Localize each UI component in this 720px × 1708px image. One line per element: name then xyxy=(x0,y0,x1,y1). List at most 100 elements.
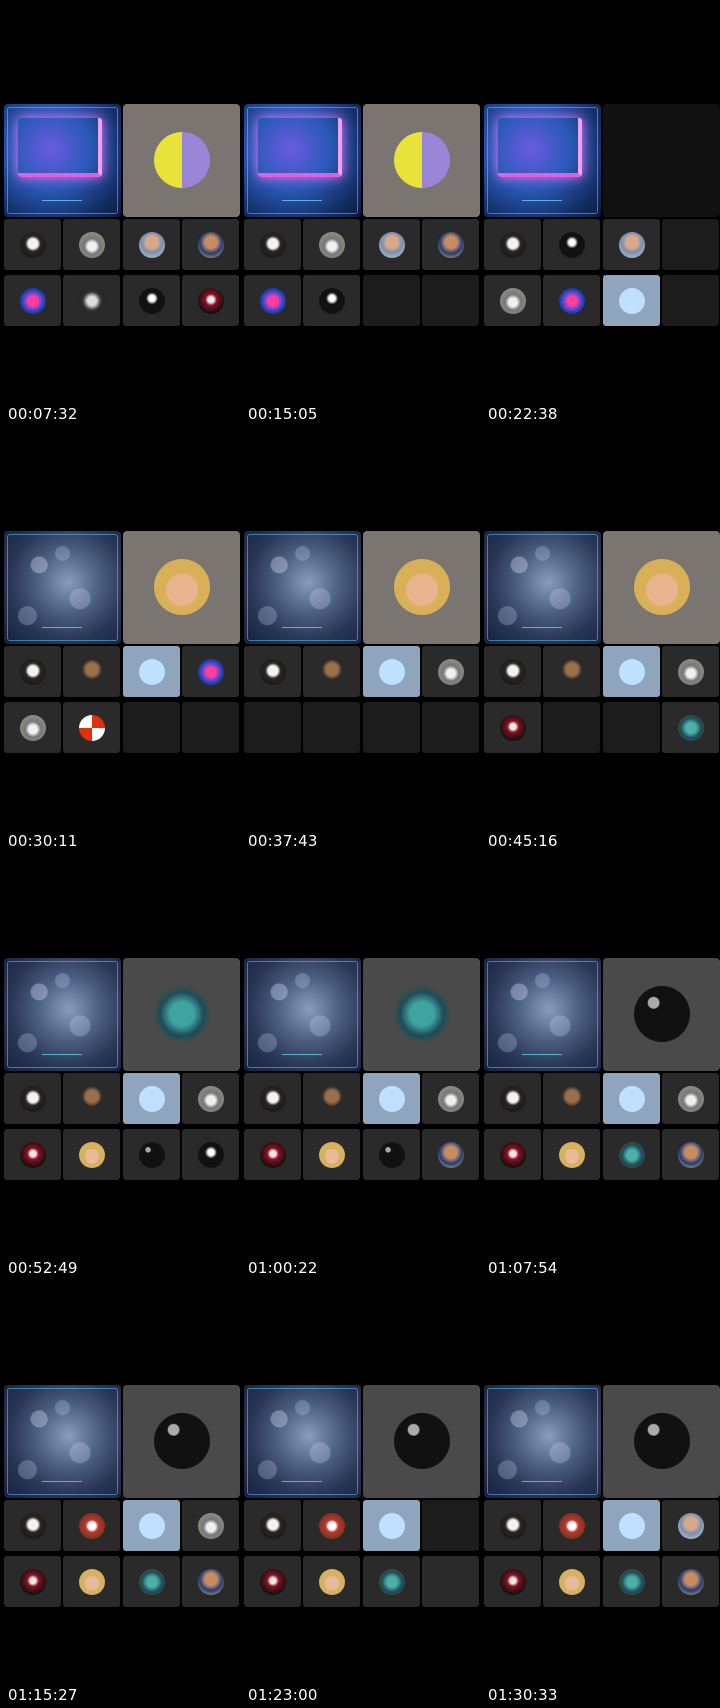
participant-tile[interactable] xyxy=(422,1556,479,1607)
participant-tile[interactable] xyxy=(182,646,239,697)
participant-tile[interactable] xyxy=(603,1129,660,1180)
active-speaker-tile[interactable] xyxy=(603,104,720,217)
participant-tile[interactable] xyxy=(182,1129,239,1180)
participant-tile[interactable] xyxy=(662,1129,719,1180)
main-video[interactable] xyxy=(484,958,601,1071)
participant-tile[interactable] xyxy=(543,1129,600,1180)
main-video[interactable] xyxy=(4,1385,121,1498)
participant-tile[interactable] xyxy=(4,1129,61,1180)
participant-tile[interactable] xyxy=(4,275,61,326)
participant-tile[interactable] xyxy=(422,1073,479,1124)
participant-tile[interactable] xyxy=(244,1500,301,1551)
participant-tile[interactable] xyxy=(63,1073,120,1124)
participant-tile[interactable] xyxy=(4,1073,61,1124)
active-speaker-tile[interactable] xyxy=(603,958,720,1071)
active-speaker-tile[interactable] xyxy=(123,1385,240,1498)
participant-tile[interactable] xyxy=(63,1556,120,1607)
participant-tile[interactable] xyxy=(363,1500,420,1551)
main-video[interactable] xyxy=(484,531,601,644)
participant-tile[interactable] xyxy=(603,1500,660,1551)
participant-tile[interactable] xyxy=(303,219,360,270)
participant-tile[interactable] xyxy=(303,1073,360,1124)
participant-tile[interactable] xyxy=(303,1129,360,1180)
participant-tile[interactable] xyxy=(182,219,239,270)
participant-tile[interactable] xyxy=(363,646,420,697)
participant-tile[interactable] xyxy=(484,1073,541,1124)
participant-tile[interactable] xyxy=(422,1129,479,1180)
participant-tile[interactable] xyxy=(543,219,600,270)
main-video[interactable] xyxy=(484,104,601,217)
main-video[interactable] xyxy=(244,958,361,1071)
main-video[interactable] xyxy=(4,104,121,217)
active-speaker-tile[interactable] xyxy=(123,958,240,1071)
participant-tile[interactable] xyxy=(603,646,660,697)
participant-tile[interactable] xyxy=(63,1129,120,1180)
participant-tile[interactable] xyxy=(182,275,239,326)
participant-tile[interactable] xyxy=(63,702,120,753)
participant-tile[interactable] xyxy=(662,1073,719,1124)
participant-tile[interactable] xyxy=(484,275,541,326)
participant-tile[interactable] xyxy=(662,1556,719,1607)
participant-tile[interactable] xyxy=(603,219,660,270)
participant-tile[interactable] xyxy=(363,219,420,270)
participant-tile[interactable] xyxy=(422,219,479,270)
active-speaker-tile[interactable] xyxy=(123,104,240,217)
main-video[interactable] xyxy=(4,958,121,1071)
active-speaker-tile[interactable] xyxy=(603,531,720,644)
participant-tile[interactable] xyxy=(303,1500,360,1551)
participant-tile[interactable] xyxy=(4,1500,61,1551)
participant-tile[interactable] xyxy=(244,275,301,326)
participant-tile[interactable] xyxy=(662,1500,719,1551)
participant-tile[interactable] xyxy=(123,646,180,697)
active-speaker-tile[interactable] xyxy=(603,1385,720,1498)
active-speaker-tile[interactable] xyxy=(363,531,480,644)
participant-tile[interactable] xyxy=(63,646,120,697)
participant-tile[interactable] xyxy=(123,1073,180,1124)
participant-tile[interactable] xyxy=(4,702,61,753)
participant-tile[interactable] xyxy=(543,646,600,697)
participant-tile[interactable] xyxy=(182,1556,239,1607)
participant-tile[interactable] xyxy=(63,1500,120,1551)
participant-tile[interactable] xyxy=(182,1073,239,1124)
active-speaker-tile[interactable] xyxy=(363,104,480,217)
participant-tile[interactable] xyxy=(363,1556,420,1607)
participant-tile[interactable] xyxy=(484,1500,541,1551)
participant-tile[interactable] xyxy=(123,1500,180,1551)
participant-tile[interactable] xyxy=(484,1129,541,1180)
participant-tile[interactable] xyxy=(244,219,301,270)
participant-tile[interactable] xyxy=(63,275,120,326)
main-video[interactable] xyxy=(244,1385,361,1498)
participant-tile[interactable] xyxy=(543,275,600,326)
active-speaker-tile[interactable] xyxy=(363,1385,480,1498)
active-speaker-tile[interactable] xyxy=(123,531,240,644)
participant-tile[interactable] xyxy=(422,646,479,697)
participant-tile[interactable] xyxy=(244,646,301,697)
participant-tile[interactable] xyxy=(303,646,360,697)
participant-tile[interactable] xyxy=(484,646,541,697)
participant-tile[interactable] xyxy=(303,275,360,326)
participant-tile[interactable] xyxy=(484,702,541,753)
main-video[interactable] xyxy=(244,531,361,644)
participant-tile[interactable] xyxy=(123,219,180,270)
participant-tile[interactable] xyxy=(182,1500,239,1551)
main-video[interactable] xyxy=(244,104,361,217)
participant-tile[interactable] xyxy=(123,275,180,326)
participant-tile[interactable] xyxy=(543,1500,600,1551)
participant-tile[interactable] xyxy=(363,1129,420,1180)
participant-tile[interactable] xyxy=(4,646,61,697)
participant-tile[interactable] xyxy=(662,646,719,697)
participant-tile[interactable] xyxy=(543,1556,600,1607)
main-video[interactable] xyxy=(4,531,121,644)
participant-tile[interactable] xyxy=(484,219,541,270)
participant-tile[interactable] xyxy=(244,1129,301,1180)
participant-tile[interactable] xyxy=(603,275,660,326)
participant-tile[interactable] xyxy=(603,1556,660,1607)
participant-tile[interactable] xyxy=(244,1556,301,1607)
participant-tile[interactable] xyxy=(4,219,61,270)
main-video[interactable] xyxy=(484,1385,601,1498)
participant-tile[interactable] xyxy=(63,219,120,270)
participant-tile[interactable] xyxy=(4,1556,61,1607)
participant-tile[interactable] xyxy=(543,1073,600,1124)
participant-tile[interactable] xyxy=(662,702,719,753)
participant-tile[interactable] xyxy=(363,1073,420,1124)
